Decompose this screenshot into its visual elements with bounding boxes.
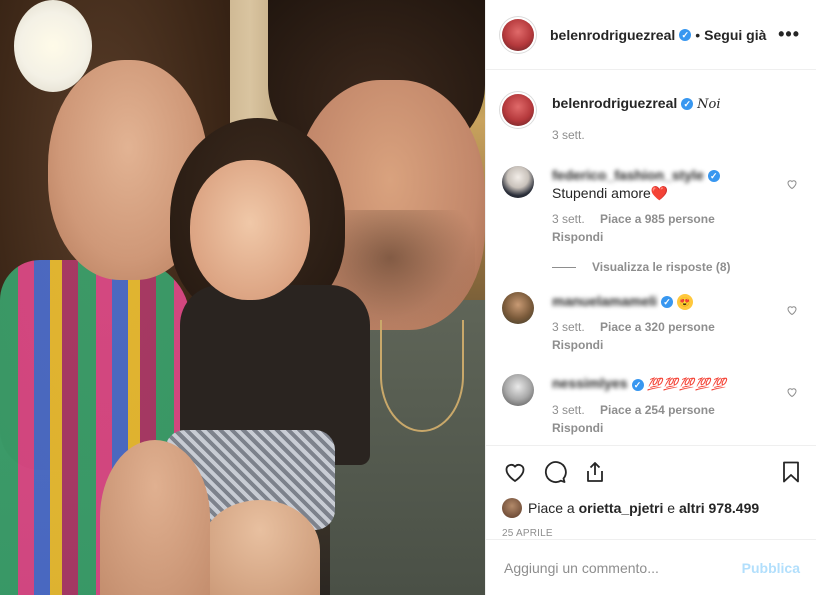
like-comment-heart-icon[interactable] bbox=[786, 304, 798, 316]
caption-username[interactable]: belenrodriguezreal bbox=[552, 95, 677, 111]
comment-time[interactable]: 3 sett. bbox=[552, 212, 585, 226]
follow-button[interactable]: Segui già bbox=[704, 27, 766, 43]
like-heart-icon[interactable] bbox=[502, 459, 528, 485]
reply-button[interactable]: Rispondi bbox=[552, 419, 800, 437]
comment-item: manuelamameli ✓ 😍 3 sett. Piace a 320 per… bbox=[502, 292, 800, 354]
caption-time[interactable]: 3 sett. bbox=[552, 128, 585, 142]
reply-button[interactable]: Rispondi bbox=[552, 228, 800, 246]
comment-time[interactable]: 3 sett. bbox=[552, 403, 585, 417]
likes-summary: Piace a orietta_pjetri e altri 978.499 bbox=[502, 498, 800, 518]
comment-item: federico_fashion_style ✓ Stupendi amore❤️… bbox=[502, 166, 800, 246]
comment-meta: 3 sett. Piace a 254 persone Rispondi bbox=[552, 401, 800, 437]
verified-badge-icon: ✓ bbox=[681, 98, 694, 111]
verified-badge-icon: ✓ bbox=[631, 378, 644, 391]
comment-username[interactable]: federico_fashion_style bbox=[552, 167, 704, 183]
photo-child-face bbox=[190, 160, 310, 300]
comment-likes[interactable]: Piace a 254 persone bbox=[600, 403, 715, 417]
red-heart-emoji: ❤️ bbox=[650, 185, 669, 201]
reply-button[interactable]: Rispondi bbox=[552, 336, 800, 354]
like-comment-heart-icon[interactable] bbox=[786, 178, 798, 190]
comment-body: manuelamameli ✓ 😍 3 sett. Piace a 320 per… bbox=[552, 292, 800, 354]
author-avatar[interactable] bbox=[502, 18, 534, 51]
likes-middle: e bbox=[667, 500, 676, 516]
comment-likes[interactable]: Piace a 985 persone bbox=[600, 212, 715, 226]
comment-time[interactable]: 3 sett. bbox=[552, 320, 585, 334]
share-icon[interactable] bbox=[582, 459, 608, 485]
caption-body: belenrodriguezreal ✓ 𝑁𝑜𝑖 3 sett. bbox=[552, 94, 800, 144]
comment-username[interactable]: nessimlyes bbox=[552, 375, 628, 391]
header-separator: • bbox=[695, 26, 701, 43]
more-options-icon[interactable]: ••• bbox=[778, 24, 800, 45]
publish-button[interactable]: Pubblica bbox=[742, 560, 800, 576]
photo-woman-arm bbox=[100, 440, 210, 595]
comment-body: federico_fashion_style ✓ Stupendi amore❤️… bbox=[552, 166, 800, 246]
comment-input[interactable] bbox=[502, 558, 742, 577]
caption-avatar[interactable] bbox=[502, 94, 534, 126]
view-replies-label: Visualizza le risposte (8) bbox=[592, 260, 731, 274]
liker-avatar[interactable] bbox=[502, 498, 522, 518]
comment-avatar[interactable] bbox=[502, 374, 534, 407]
comment-bubble-icon[interactable] bbox=[542, 459, 568, 485]
comments-list[interactable]: belenrodriguezreal ✓ 𝑁𝑜𝑖 3 sett. federico… bbox=[486, 70, 816, 445]
caption-meta: 3 sett. bbox=[552, 126, 800, 144]
caption: belenrodriguezreal ✓ 𝑁𝑜𝑖 3 sett. bbox=[502, 94, 800, 144]
bookmark-icon[interactable] bbox=[778, 459, 804, 485]
comment-username[interactable]: manuelamameli bbox=[552, 293, 657, 309]
comment-avatar[interactable] bbox=[502, 166, 534, 198]
post-date[interactable]: 25 APRILE bbox=[502, 528, 800, 539]
comment-body: nessimlyes ✓ 💯💯💯💯💯 3 sett. Piace a 254 pe… bbox=[552, 374, 800, 437]
likes-prefix: Piace a bbox=[528, 500, 575, 516]
liker-username[interactable]: orietta_pjetri bbox=[579, 500, 664, 516]
comment-meta: 3 sett. Piace a 320 persone Rispondi bbox=[552, 318, 800, 354]
like-comment-heart-icon[interactable] bbox=[786, 386, 798, 398]
add-comment-bar: Pubblica bbox=[486, 539, 816, 595]
comment-item: nessimlyes ✓ 💯💯💯💯💯 3 sett. Piace a 254 pe… bbox=[502, 374, 800, 437]
likes-others-count[interactable]: altri 978.499 bbox=[679, 500, 759, 516]
post-header: belenrodriguezreal ✓ • Segui già ••• bbox=[486, 0, 816, 70]
hundred-points-emoji: 💯💯💯💯💯 bbox=[647, 377, 728, 392]
verified-badge-icon: ✓ bbox=[679, 28, 692, 41]
photo-child-leg bbox=[200, 500, 320, 595]
post-photo[interactable] bbox=[0, 0, 485, 595]
photo-necklace bbox=[380, 320, 464, 432]
comment-meta: 3 sett. Piace a 985 persone Rispondi bbox=[552, 210, 800, 246]
view-replies-line bbox=[552, 266, 576, 268]
comment-text: Stupendi amore bbox=[552, 185, 651, 201]
verified-badge-icon: ✓ bbox=[661, 296, 674, 309]
post-side-panel: belenrodriguezreal ✓ • Segui già ••• bel… bbox=[485, 0, 816, 595]
comment-likes[interactable]: Piace a 320 persone bbox=[600, 320, 715, 334]
heart-eyes-emoji: 😍 bbox=[676, 294, 693, 311]
view-replies-button[interactable]: Visualizza le risposte (8) bbox=[552, 260, 800, 274]
photo-flower bbox=[14, 0, 92, 92]
author-username[interactable]: belenrodriguezreal bbox=[550, 27, 675, 43]
action-icons-row bbox=[502, 446, 800, 498]
comment-avatar[interactable] bbox=[502, 292, 534, 324]
verified-badge-icon: ✓ bbox=[707, 170, 720, 183]
post-actions: Piace a orietta_pjetri e altri 978.499 2… bbox=[486, 445, 816, 539]
post-dialog: belenrodriguezreal ✓ • Segui già ••• bel… bbox=[0, 0, 816, 595]
caption-text: 𝑁𝑜𝑖 bbox=[697, 97, 721, 112]
comment-text-row: Stupendi amore❤️ bbox=[552, 184, 800, 202]
